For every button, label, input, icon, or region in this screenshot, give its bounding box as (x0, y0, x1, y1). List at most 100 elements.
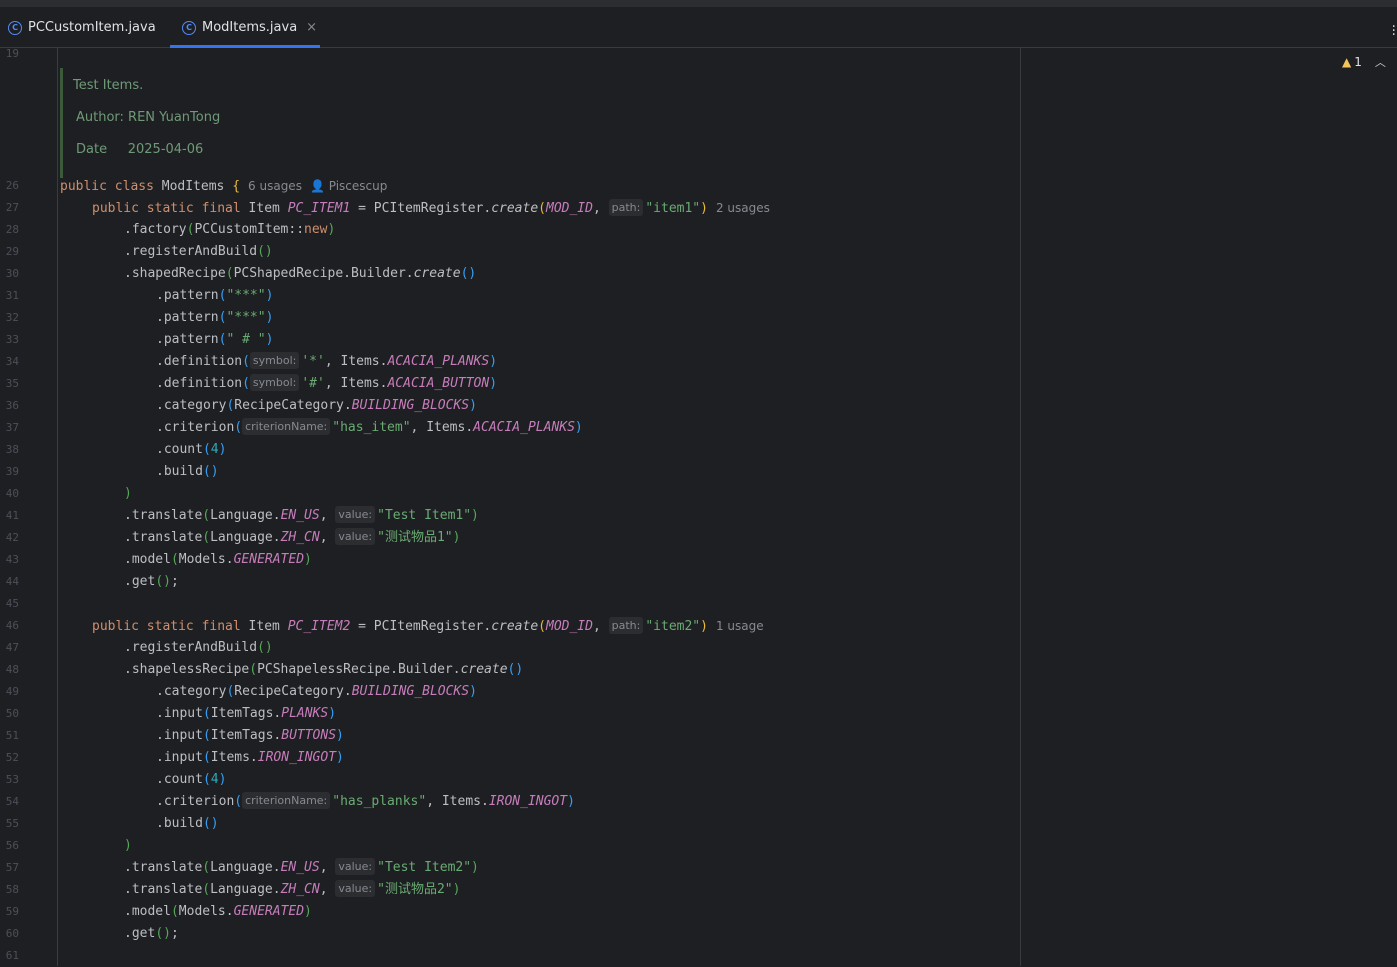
line-number: 54 (5, 795, 19, 808)
editor-tab-bar: C PCCustomItem.java C ModItems.java × · ·… (0, 7, 1397, 48)
code-line: .build() (156, 816, 219, 831)
code-line: .get(); (124, 574, 179, 589)
usages-hint[interactable]: 6 usages (248, 179, 302, 193)
line-number: 51 (5, 729, 19, 742)
line-number: 45 (5, 597, 19, 610)
line-number: 52 (5, 751, 19, 764)
code-line: .count(4) (156, 772, 227, 787)
line-number: 28 (5, 223, 19, 236)
class-icon: C (8, 20, 22, 35)
code-line: .translate(Language.EN_US, value: "Test I… (124, 858, 479, 875)
line-number: 36 (5, 399, 19, 412)
window-top-strip (0, 0, 1397, 7)
line-number: 38 (5, 443, 19, 456)
code-line: .input(ItemTags.BUTTONS) (156, 728, 344, 743)
code-line: .registerAndBuild() (124, 244, 273, 259)
warning-count: 1 (1354, 55, 1362, 69)
inspection-widget[interactable]: ▲ 1 ︿ (1342, 54, 1386, 70)
line-number: 49 (5, 685, 19, 698)
code-line: .input(ItemTags.PLANKS) (156, 706, 337, 721)
line-number: 27 (5, 201, 19, 214)
line-number: 42 (5, 531, 19, 544)
usages-hint[interactable]: 2 usages (716, 201, 770, 215)
chevron-up-icon[interactable]: ︿ (1375, 54, 1386, 70)
code-line: ) (124, 486, 132, 501)
code-line: .input(Items.IRON_INGOT) (156, 750, 344, 765)
param-hint: symbol: (249, 374, 300, 391)
code-line: .model(Models.GENERATED) (124, 552, 312, 567)
class-icon: C (182, 20, 196, 35)
user-icon: 👤 (309, 179, 325, 193)
gutter-divider (57, 48, 58, 966)
line-number: 48 (5, 663, 19, 676)
line-number: 59 (5, 905, 19, 918)
line-number: 19 (5, 47, 19, 60)
more-options-icon[interactable]: · · · (1392, 20, 1396, 42)
code-line: public static final Item PC_ITEM2 = PCIt… (92, 617, 764, 634)
doc-comment-line: Test Items. (73, 78, 144, 93)
line-number: 47 (5, 641, 19, 654)
doc-comment-bar (60, 68, 63, 178)
doc-comment-line: Author: REN YuanTong (76, 110, 221, 125)
code-line: .category(RecipeCategory.BUILDING_BLOCKS… (156, 398, 477, 413)
code-line: .translate(Language.ZH_CN, value: "测试物品1"… (124, 528, 461, 545)
code-editor[interactable]: ▲ 1 ︿ 19 26 27 28 29 30 31 32 33 34 35 36 37 38 39 40 4… (0, 47, 1397, 966)
line-number: 30 (5, 267, 19, 280)
line-number: 26 (5, 179, 19, 192)
code-line: .definition(symbol: '#', Items.ACACIA_BUT… (156, 374, 498, 391)
line-number: 43 (5, 553, 19, 566)
line-number: 44 (5, 575, 19, 588)
code-line: .shapelessRecipe(PCShapelessRecipe.Build… (124, 662, 524, 677)
code-line: .category(RecipeCategory.BUILDING_BLOCKS… (156, 684, 477, 699)
code-line: public static final Item PC_ITEM1 = PCIt… (92, 199, 770, 216)
line-number: 32 (5, 311, 19, 324)
line-number: 57 (5, 861, 19, 874)
author-hint[interactable]: 👤 Piscescup (310, 179, 387, 193)
line-number: 37 (5, 421, 19, 434)
line-number: 60 (5, 927, 19, 940)
line-number: 58 (5, 883, 19, 896)
close-icon[interactable]: × (306, 20, 317, 35)
line-number: 33 (5, 333, 19, 346)
param-hint: value: (335, 880, 376, 897)
line-number: 61 (5, 949, 19, 962)
warning-icon: ▲ (1342, 55, 1352, 69)
code-line: .build() (156, 464, 219, 479)
code-line: .shapedRecipe(PCShapedRecipe.Builder.cre… (124, 266, 477, 281)
code-line: .criterion(criterionName: "has_planks", I… (156, 792, 575, 809)
tab-moditems[interactable]: C ModItems.java × (182, 7, 317, 48)
line-number: 55 (5, 817, 19, 830)
line-number: 40 (5, 487, 19, 500)
code-line: .model(Models.GENERATED) (124, 904, 312, 919)
code-line: .translate(Language.ZH_CN, value: "测试物品2"… (124, 880, 461, 897)
param-hint: symbol: (249, 352, 300, 369)
line-number: 41 (5, 509, 19, 522)
line-number: 50 (5, 707, 19, 720)
code-line: .count(4) (156, 442, 227, 457)
param-hint: value: (335, 858, 376, 875)
code-line: ) (124, 838, 132, 853)
line-number: 53 (5, 773, 19, 786)
code-line: .registerAndBuild() (124, 640, 273, 655)
param-hint: criterionName: (242, 792, 331, 809)
tab-label: ModItems.java (202, 20, 298, 35)
line-number: 34 (5, 355, 19, 368)
line-number: 46 (5, 619, 19, 632)
param-hint: path: (608, 199, 644, 216)
code-line: .pattern("***") (156, 288, 274, 303)
code-line: .get(); (124, 926, 179, 941)
line-number: 39 (5, 465, 19, 478)
right-margin-guide (1020, 48, 1021, 966)
param-hint: value: (335, 506, 376, 523)
line-number: 56 (5, 839, 19, 852)
code-line: .definition(symbol: '*', Items.ACACIA_PLA… (156, 352, 498, 369)
line-number: 29 (5, 245, 19, 258)
line-number: 35 (5, 377, 19, 390)
code-line: .factory(PCCustomItem::new) (124, 222, 336, 237)
param-hint: criterionName: (242, 418, 331, 435)
tab-pccustomitem[interactable]: C PCCustomItem.java (8, 7, 156, 48)
doc-comment-line: Date 2025-04-06 (76, 142, 204, 157)
code-line: .pattern("***") (156, 310, 274, 325)
code-line: .criterion(criterionName: "has_item", Ite… (156, 418, 583, 435)
usages-hint[interactable]: 1 usage (716, 619, 764, 633)
